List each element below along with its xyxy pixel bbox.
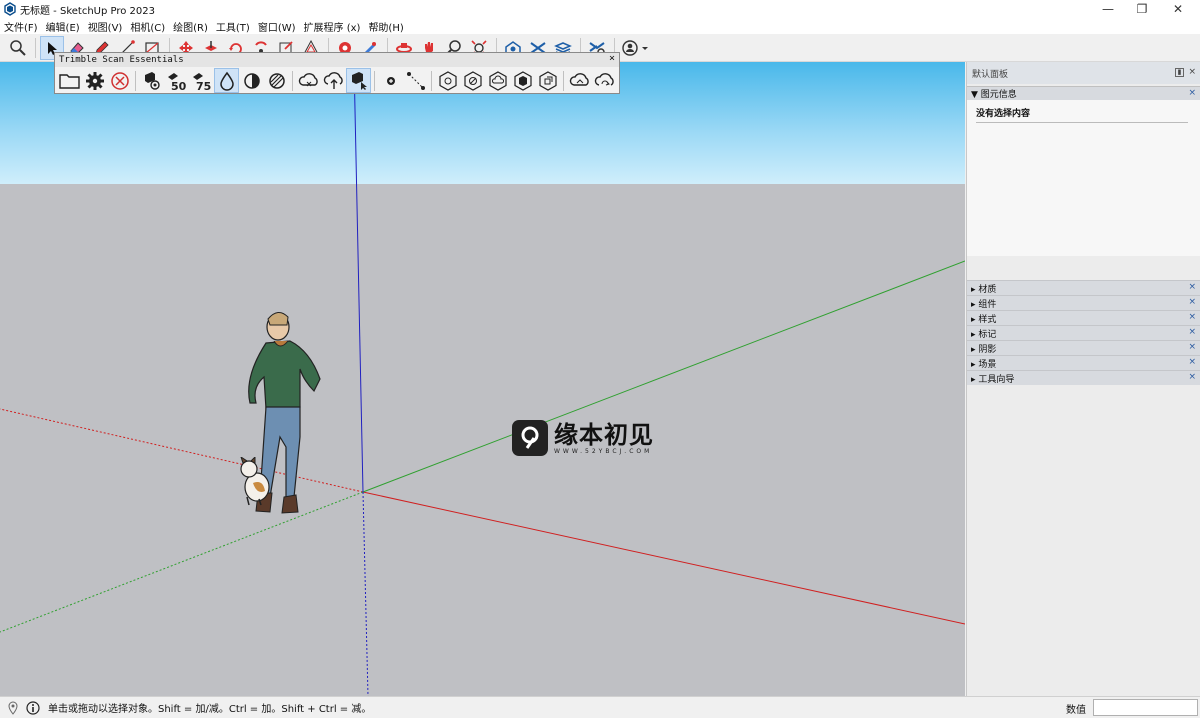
scan-toolbar-close-button[interactable]: × bbox=[609, 53, 615, 64]
cloud-sync-icon[interactable] bbox=[567, 68, 592, 93]
panel-close-button[interactable]: × bbox=[1188, 282, 1196, 292]
entity-info-label: ▼ 图元信息 bbox=[971, 90, 1017, 100]
toolbar-separator bbox=[431, 70, 432, 91]
entity-info-close-button[interactable]: × bbox=[1188, 88, 1196, 98]
menu-camera[interactable]: 相机(C) bbox=[130, 19, 165, 34]
settings-gear-icon[interactable] bbox=[82, 68, 107, 93]
density-50-icon[interactable]: 50 bbox=[164, 68, 189, 93]
hexagon-rotate-icon[interactable] bbox=[435, 68, 460, 93]
restore-button[interactable]: ❐ bbox=[1124, 0, 1160, 18]
toolbar-separator bbox=[135, 70, 136, 91]
panel-materials[interactable]: ▸ 材质 × bbox=[967, 280, 1200, 295]
scan-toolbar-header[interactable]: Trimble Scan Essentials × bbox=[55, 53, 619, 67]
search-icon[interactable] bbox=[6, 36, 30, 60]
window-title: 无标题 - SketchUp Pro 2023 bbox=[20, 5, 155, 17]
menu-extensions[interactable]: 扩展程序 (x) bbox=[304, 19, 361, 34]
add-point-icon[interactable] bbox=[378, 68, 403, 93]
hexagon-cloud-icon[interactable] bbox=[485, 68, 510, 93]
density-75-label: 75 bbox=[196, 80, 211, 91]
menu-bar: 文件(F) 编辑(E) 视图(V) 相机(C) 绘图(R) 工具(T) 窗口(W… bbox=[0, 18, 1200, 34]
scale-figure-dog bbox=[240, 457, 270, 506]
status-message: 单击或拖动以选择对象。Shift = 加/减。Ctrl = 加。Shift + … bbox=[48, 704, 372, 715]
entity-info-panel-header[interactable]: ▼ 图元信息 × bbox=[967, 86, 1200, 100]
panel-close-button[interactable]: × bbox=[1188, 297, 1196, 307]
cloud-refresh-icon[interactable] bbox=[592, 68, 617, 93]
panel-label: ▸ 材质 bbox=[971, 284, 997, 295]
menu-help[interactable]: 帮助(H) bbox=[368, 19, 403, 34]
entity-info-body: 没有选择内容 bbox=[967, 100, 1200, 256]
default-tray: 默认面板 ▮ × ▼ 图元信息 × 没有选择内容 ▸ 材质 × ▸ 组件 × ▸… bbox=[966, 62, 1200, 696]
line-between-points-icon[interactable] bbox=[403, 68, 428, 93]
blue-axis bbox=[353, 62, 364, 493]
panel-close-button[interactable]: × bbox=[1188, 312, 1196, 322]
cancel-circle-icon[interactable] bbox=[107, 68, 132, 93]
open-folder-icon[interactable] bbox=[57, 68, 82, 93]
color-mode-outline-icon[interactable] bbox=[214, 68, 239, 93]
watermark: 缘本初见 WWW.52YBCJ.COM bbox=[512, 420, 654, 456]
menu-window[interactable]: 窗口(W) bbox=[258, 19, 296, 34]
close-button[interactable]: ✕ bbox=[1160, 0, 1196, 18]
panel-label: ▸ 组件 bbox=[971, 299, 997, 310]
hexagon-cube-icon[interactable] bbox=[510, 68, 535, 93]
menu-draw[interactable]: 绘图(R) bbox=[173, 19, 208, 34]
menu-edit[interactable]: 编辑(E) bbox=[46, 19, 80, 34]
location-pin-icon[interactable] bbox=[6, 700, 20, 715]
panel-close-button[interactable]: × bbox=[1188, 372, 1196, 382]
panel-instructor[interactable]: ▸ 工具向导 × bbox=[967, 370, 1200, 385]
panel-label: ▸ 阴影 bbox=[971, 344, 997, 355]
panel-close-button[interactable]: × bbox=[1188, 327, 1196, 337]
title-bar: 无标题 - SketchUp Pro 2023 — ❐ ✕ bbox=[0, 0, 1200, 18]
sketchup-logo-icon bbox=[4, 2, 16, 16]
panel-shadows[interactable]: ▸ 阴影 × bbox=[967, 340, 1200, 355]
menu-view[interactable]: 视图(V) bbox=[88, 19, 123, 34]
red-axis bbox=[362, 491, 965, 625]
minimize-button[interactable]: — bbox=[1090, 0, 1126, 18]
scan-toolbar-title: Trimble Scan Essentials bbox=[59, 55, 184, 65]
watermark-text: 缘本初见 bbox=[554, 419, 654, 449]
point-cloud-visibility-icon[interactable] bbox=[139, 68, 164, 93]
point-cloud-select-icon[interactable] bbox=[346, 68, 371, 93]
density-75-icon[interactable]: 75 bbox=[189, 68, 214, 93]
watermark-url: WWW.52YBCJ.COM bbox=[554, 447, 653, 455]
color-mode-striped-icon[interactable] bbox=[264, 68, 289, 93]
scan-essentials-toolbar[interactable]: Trimble Scan Essentials × 50 75 bbox=[54, 52, 620, 94]
measurements-input[interactable] bbox=[1093, 699, 1198, 716]
panel-styles[interactable]: ▸ 样式 × bbox=[967, 310, 1200, 325]
density-50-label: 50 bbox=[171, 80, 187, 91]
toolbar-separator bbox=[292, 70, 293, 91]
cloud-upload-icon[interactable] bbox=[321, 68, 346, 93]
panel-close-button[interactable]: × bbox=[1188, 342, 1196, 352]
panel-components[interactable]: ▸ 组件 × bbox=[967, 295, 1200, 310]
hexagon-slash-icon[interactable] bbox=[460, 68, 485, 93]
menu-tools[interactable]: 工具(T) bbox=[216, 19, 250, 34]
toolbar-separator bbox=[35, 37, 36, 58]
tray-pin-button[interactable]: ▮ bbox=[1175, 68, 1184, 77]
tray-close-button[interactable]: × bbox=[1188, 67, 1196, 77]
panel-scenes[interactable]: ▸ 场景 × bbox=[967, 355, 1200, 370]
panel-label: ▸ 工具向导 bbox=[971, 374, 1015, 385]
panel-tags[interactable]: ▸ 标记 × bbox=[967, 325, 1200, 340]
toolbar-separator bbox=[374, 70, 375, 91]
panel-close-button[interactable]: × bbox=[1188, 357, 1196, 367]
cloud-clip-icon[interactable] bbox=[296, 68, 321, 93]
model-axes bbox=[0, 62, 965, 696]
menu-file[interactable]: 文件(F) bbox=[4, 19, 38, 34]
watermark-logo bbox=[512, 420, 548, 456]
measurements-label: 数值 bbox=[1066, 705, 1086, 716]
profile-icon[interactable] bbox=[619, 36, 653, 60]
color-mode-half-icon[interactable] bbox=[239, 68, 264, 93]
drawing-viewport[interactable]: 缘本初见 WWW.52YBCJ.COM bbox=[0, 62, 965, 696]
toolbar-separator bbox=[563, 70, 564, 91]
blue-axis-negative bbox=[362, 491, 369, 696]
hexagon-box-icon[interactable] bbox=[535, 68, 560, 93]
tray-header: 默认面板 ▮ × bbox=[967, 62, 1200, 84]
no-selection-text: 没有选择内容 bbox=[976, 106, 1188, 123]
status-bar: 单击或拖动以选择对象。Shift = 加/减。Ctrl = 加。Shift + … bbox=[0, 696, 1200, 718]
panel-label: ▸ 样式 bbox=[971, 314, 997, 325]
panel-label: ▸ 场景 bbox=[971, 359, 997, 370]
green-axis bbox=[362, 260, 965, 493]
info-icon[interactable] bbox=[26, 700, 40, 715]
tray-title: 默认面板 bbox=[972, 69, 1009, 80]
panel-label: ▸ 标记 bbox=[971, 329, 997, 340]
